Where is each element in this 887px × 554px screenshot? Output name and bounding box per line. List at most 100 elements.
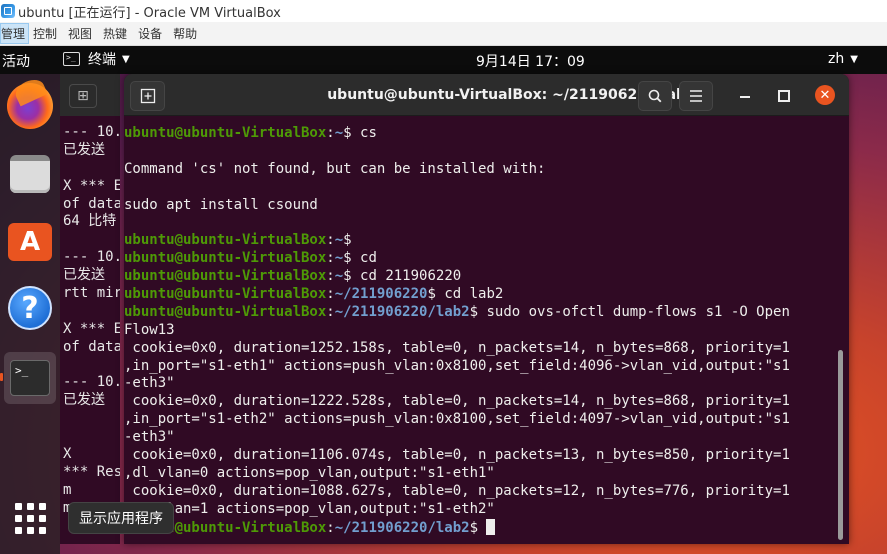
dock-terminal[interactable]: >_: [0, 352, 56, 404]
app-menu[interactable]: >_ 终端 ▼: [63, 49, 130, 69]
files-icon: [10, 155, 50, 193]
new-tab-button[interactable]: [130, 81, 165, 111]
prompt-colon: :: [326, 250, 335, 267]
firefox-icon: [7, 83, 53, 129]
prompt-dollar: $: [469, 519, 479, 536]
prompt-path: ~: [334, 250, 344, 267]
dock-firefox[interactable]: [4, 80, 56, 132]
terminal-line: ubuntu@ubuntu-VirtualBox:~$: [124, 232, 836, 250]
maximize-icon[interactable]: [774, 86, 792, 104]
background-terminal-line: 已发送: [63, 267, 105, 284]
background-terminal-line: of data: [63, 338, 120, 355]
search-icon: [648, 89, 662, 103]
background-terminal-window[interactable]: ⊞ --- 10. 已发送 X *** Eof data 64 比特 --- 10.…: [60, 74, 120, 544]
background-terminal-line: [63, 428, 120, 446]
hamburger-menu-button[interactable]: [679, 81, 713, 111]
background-terminal-line: [63, 410, 120, 428]
background-terminal-output: --- 10. 已发送 X *** Eof data 64 比特 --- 10. 已发…: [63, 124, 120, 518]
hamburger-icon: [690, 90, 702, 102]
prompt-dollar: $: [343, 268, 352, 285]
command-text: cd 211906220: [351, 268, 462, 285]
terminal-line: cookie=0x0, duration=1106.074s, table=0,…: [124, 447, 790, 464]
search-button[interactable]: [638, 81, 672, 111]
background-terminal-line: 64 比特: [63, 213, 117, 230]
new-tab-icon: [140, 88, 155, 104]
terminal-icon: >_: [10, 360, 50, 396]
terminal-output[interactable]: ubuntu@ubuntu-VirtualBox:~$ cs Command '…: [124, 125, 836, 544]
background-terminal-line: --- 10.: [63, 249, 120, 266]
new-tab-icon[interactable]: ⊞: [69, 84, 97, 108]
language-label: zh: [828, 51, 845, 67]
vbox-menu-help[interactable]: 帮助: [173, 25, 204, 42]
terminal-line: ubuntu@ubuntu-VirtualBox:~$ cs: [124, 125, 836, 143]
close-icon[interactable]: ✕: [815, 85, 835, 105]
prompt-dollar: $: [469, 303, 479, 320]
background-terminal-line: 已发送: [63, 392, 105, 409]
prompt-dollar: $: [343, 232, 352, 249]
prompt-colon: :: [326, 286, 335, 303]
prompt-dollar: $: [343, 250, 352, 267]
vbox-menu-control[interactable]: 控制: [33, 25, 64, 42]
guest-display: 活动 >_ 终端 ▼ 9月14日 17：09 zh ▼ A ? >_ ⊞ ---…: [0, 46, 887, 554]
vbox-menu-view[interactable]: 视图: [68, 25, 99, 42]
terminal-small-icon: >_: [63, 52, 80, 66]
vbox-menu-devices[interactable]: 设备: [138, 25, 169, 42]
terminal-line: sudo apt install csound: [124, 196, 318, 213]
clock[interactable]: 9月14日 17：09: [476, 51, 585, 71]
terminal-line: ubuntu@ubuntu-VirtualBox:~/211906220/lab…: [124, 518, 836, 537]
prompt-path: ~: [334, 125, 344, 141]
prompt-user-host: ubuntu@ubuntu-VirtualBox: [124, 303, 327, 320]
prompt-path: ~/211906220/lab2: [334, 519, 470, 536]
prompt-user-host: ubuntu@ubuntu-VirtualBox: [124, 286, 327, 303]
dock-help[interactable]: ?: [4, 282, 56, 334]
dock: A ? >_: [0, 74, 60, 554]
vbox-menu-hotkeys[interactable]: 热键: [103, 25, 134, 42]
background-terminal-line: m: [63, 481, 72, 498]
background-terminal-line: of data: [63, 195, 120, 212]
terminal-line: ,in_port="s1-eth1" actions=push_vlan:0x8…: [124, 357, 790, 374]
vbox-window-title: ubuntu [正在运行] - Oracle VM VirtualBox: [18, 5, 281, 21]
prompt-colon: :: [326, 303, 335, 320]
input-language-indicator[interactable]: zh ▼: [828, 51, 858, 67]
prompt-user-host: ubuntu@ubuntu-VirtualBox: [124, 268, 327, 285]
command-text: sudo ovs-ofctl dump-flows s1 -O Open: [478, 303, 790, 320]
background-terminal-line: rtt mir: [63, 285, 120, 302]
command-text: cs: [351, 125, 377, 141]
vbox-menubar: 管理 控制 视图 热键 设备 帮助: [0, 22, 887, 46]
background-terminal-header: ⊞: [60, 74, 120, 116]
terminal-line: ubuntu@ubuntu-VirtualBox:~$ cd 211906220: [124, 268, 836, 286]
minimize-icon[interactable]: [736, 86, 754, 104]
virtualbox-icon: [1, 4, 15, 18]
command-text: cd: [351, 250, 377, 267]
background-terminal-line: 已发送: [63, 141, 105, 158]
terminal-window[interactable]: ubuntu@ubuntu-VirtualBox: ~/211906220/la…: [124, 74, 849, 544]
terminal-line: -eth3": [124, 375, 175, 392]
terminal-line: -eth3": [124, 429, 175, 446]
background-terminal-line: [63, 231, 120, 249]
terminal-line: ,dl_vlan=0 actions=pop_vlan,output:"s1-e…: [124, 464, 495, 481]
prompt-path: ~/211906220/lab2: [334, 303, 470, 320]
vbox-menu-manage[interactable]: 管理: [0, 23, 30, 44]
terminal-line: cookie=0x0, duration=1088.627s, table=0,…: [124, 482, 790, 499]
command-text: cd lab2: [435, 286, 504, 303]
terminal-line: ubuntu@ubuntu-VirtualBox:~$ cd: [124, 250, 836, 268]
background-terminal-line: --- 10.: [63, 374, 120, 391]
prompt-dollar: $: [427, 286, 436, 303]
dock-files[interactable]: [4, 148, 56, 200]
prompt-user-host: ubuntu@ubuntu-VirtualBox: [124, 125, 327, 141]
show-apps-button[interactable]: [4, 492, 56, 544]
software-icon: A: [8, 223, 52, 261]
app-menu-label: 终端: [88, 52, 116, 68]
terminal-headerbar: ubuntu@ubuntu-VirtualBox: ~/211906220/la…: [124, 74, 849, 116]
background-terminal-line: [63, 357, 120, 375]
terminal-line: Command 'cs' not found, but can be insta…: [124, 160, 546, 177]
prompt-user-host: ubuntu@ubuntu-VirtualBox: [124, 250, 327, 267]
activities-button[interactable]: 活动: [2, 51, 30, 71]
terminal-line: ubuntu@ubuntu-VirtualBox:~/211906220$ cd…: [124, 286, 836, 304]
terminal-line: cookie=0x0, duration=1252.158s, table=0,…: [124, 339, 790, 356]
terminal-scrollbar[interactable]: [838, 350, 843, 540]
dock-software[interactable]: A: [4, 216, 56, 268]
show-apps-tooltip: 显示应用程序: [68, 502, 174, 534]
